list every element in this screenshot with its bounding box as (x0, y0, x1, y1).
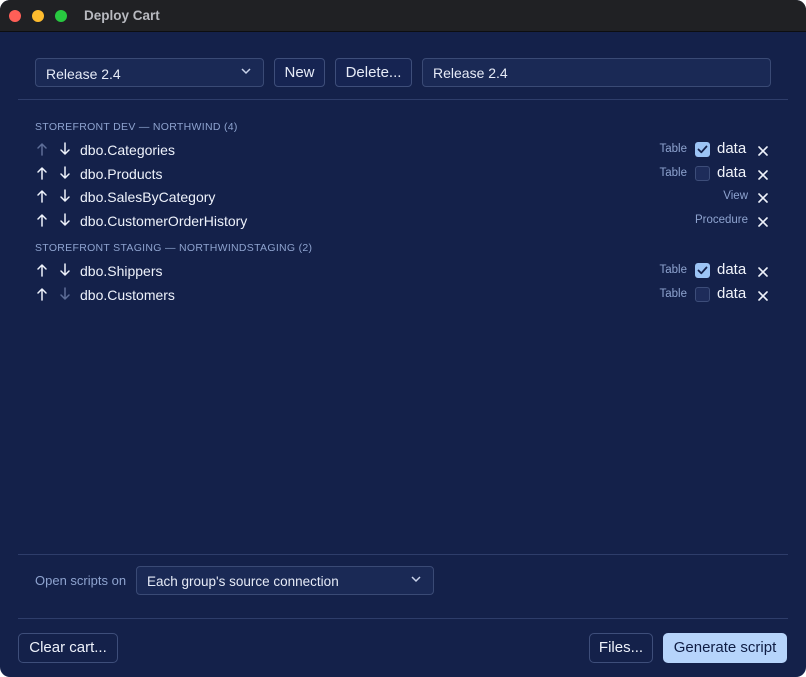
open-scripts-select[interactable]: Each group's source connection (136, 566, 434, 595)
remove-item-icon[interactable] (757, 265, 769, 277)
chevron-down-icon (241, 68, 251, 75)
move-down-arrow-icon[interactable] (59, 165, 71, 180)
files-button[interactable]: Files... (589, 633, 653, 663)
close-window-button[interactable] (9, 10, 21, 22)
include-data-label[interactable]: data (717, 164, 746, 181)
clear-cart-button[interactable]: Clear cart... (18, 633, 118, 663)
remove-item-icon[interactable] (757, 191, 769, 203)
object-name: dbo.CustomerOrderHistory (80, 212, 248, 229)
object-type: Table (659, 264, 688, 276)
include-data-checkbox[interactable] (695, 286, 710, 302)
new-cart-button[interactable]: New (274, 58, 325, 87)
cart-select-value: Release 2.4 (46, 66, 121, 82)
minimize-window-button[interactable] (32, 10, 44, 22)
generate-script-button[interactable]: Generate script (663, 633, 787, 663)
move-up-arrow-icon[interactable] (36, 287, 48, 301)
delete-cart-button[interactable]: Delete... (335, 58, 412, 87)
remove-item-icon[interactable] (757, 215, 769, 227)
group-header: STOREFRONT STAGING — NORTHWINDSTAGING (2… (35, 242, 313, 254)
include-data-label[interactable]: data (717, 285, 746, 302)
move-down-arrow-icon[interactable] (59, 263, 71, 277)
object-type: View (723, 190, 748, 202)
cart-select[interactable]: Release 2.4 (35, 58, 264, 87)
deploy-cart-window: Deploy Cart Release 2.4 New Delete... Re… (0, 0, 806, 677)
object-type: Table (659, 166, 688, 179)
move-up-arrow-icon[interactable] (36, 213, 48, 227)
object-type: Table (659, 143, 688, 155)
open-scripts-select-value: Each group's source connection (147, 574, 339, 589)
divider (18, 554, 788, 555)
object-type: Procedure (694, 213, 748, 226)
include-data-label[interactable]: data (717, 140, 746, 157)
zoom-window-button[interactable] (55, 10, 67, 22)
cart-name-input[interactable]: Release 2.4 (422, 58, 771, 87)
cart-item-row: dbo.SalesByCategory View (0, 187, 806, 209)
move-down-arrow-icon[interactable] (59, 189, 71, 203)
include-data-label[interactable]: data (717, 261, 746, 278)
cart-item-row: dbo.CustomerOrderHistory Procedure (0, 211, 806, 233)
include-data-checkbox[interactable] (695, 142, 710, 157)
move-down-arrow-icon (59, 286, 71, 301)
remove-item-icon[interactable] (757, 289, 769, 301)
checkmark-icon (697, 145, 708, 154)
group-header: STOREFRONT DEV — NORTHWIND (4) (35, 121, 238, 133)
move-up-arrow-icon (36, 142, 48, 156)
object-name: dbo.Products (80, 165, 163, 182)
checkmark-icon (697, 266, 708, 275)
divider (18, 99, 788, 100)
move-up-arrow-icon[interactable] (36, 166, 48, 180)
move-up-arrow-icon[interactable] (36, 189, 48, 203)
object-name: dbo.SalesByCategory (80, 189, 216, 205)
object-type: Table (659, 287, 688, 300)
cart-item-row: dbo.Categories Table data (0, 140, 806, 162)
remove-item-icon[interactable] (757, 144, 769, 156)
include-data-checkbox[interactable] (695, 165, 710, 181)
cart-item-row: dbo.Shippers Table data (0, 261, 806, 283)
chevron-down-icon (411, 576, 421, 583)
window-title: Deploy Cart (84, 8, 160, 23)
cart-item-row: dbo.Customers Table data (0, 285, 806, 307)
move-up-arrow-icon[interactable] (36, 263, 48, 277)
object-name: dbo.Categories (80, 142, 175, 158)
move-down-arrow-icon[interactable] (59, 142, 71, 156)
title-bar: Deploy Cart (0, 0, 806, 32)
object-name: dbo.Shippers (80, 263, 163, 279)
open-scripts-label: Open scripts on (35, 573, 127, 588)
cart-item-row: dbo.Products Table data (0, 164, 806, 186)
object-name: dbo.Customers (80, 286, 175, 303)
include-data-checkbox[interactable] (695, 263, 710, 278)
divider (18, 618, 788, 619)
move-down-arrow-icon[interactable] (59, 212, 71, 227)
remove-item-icon[interactable] (757, 168, 769, 180)
